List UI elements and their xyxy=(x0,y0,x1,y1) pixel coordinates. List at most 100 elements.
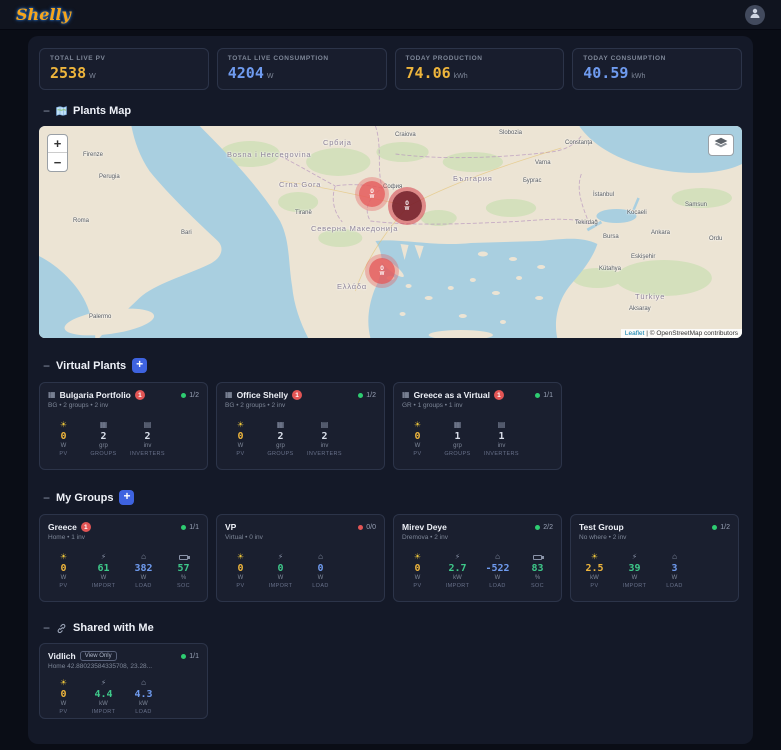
collapse-toggle[interactable]: − xyxy=(43,360,50,372)
group-card-vp[interactable]: VP 0/0 Virtual • 0 inv 0 W PV 0 W IMPORT xyxy=(216,514,385,602)
stat-label: TODAY PRODUCTION xyxy=(405,55,483,62)
metric-unit: W xyxy=(414,575,421,581)
plants-map[interactable]: Firenze Perugia Roma Bari Palermo Craiov… xyxy=(39,126,742,338)
building-icon xyxy=(225,391,233,399)
zoom-in-button[interactable]: + xyxy=(48,135,67,153)
group-card-test-group[interactable]: Test Group 1/2 No where • 2 inv 2.5 kW P… xyxy=(570,514,739,602)
metric-unit: W xyxy=(60,701,67,707)
status-count: 1/1 xyxy=(543,391,553,399)
metric-unit: W xyxy=(494,575,501,581)
metric-value: 2 xyxy=(321,431,328,442)
stat-value: 74.06 xyxy=(405,64,451,82)
home-icon xyxy=(672,552,677,562)
metric-value: 0 xyxy=(414,431,421,442)
status-dot xyxy=(535,524,541,530)
collapse-toggle[interactable]: − xyxy=(43,105,50,117)
status-dot xyxy=(181,392,187,398)
app-logo[interactable]: Shelly xyxy=(16,5,71,24)
metric-soc: 57 % SOC xyxy=(170,552,197,589)
metric-unit: W xyxy=(60,443,67,449)
status-count: 1/2 xyxy=(189,391,199,399)
map-layers-button[interactable] xyxy=(708,134,734,156)
metric-unit: W xyxy=(631,575,638,581)
leaflet-link[interactable]: Leaflet xyxy=(625,330,645,337)
metric-unit: W xyxy=(100,575,107,581)
collapse-toggle[interactable]: − xyxy=(43,622,50,634)
stat-card-total-live-pv: TOTAL LIVE PV 2538 W xyxy=(39,48,209,90)
shared-card-vidlich[interactable]: Vidlich View Only 1/1 Home 42.8802358433… xyxy=(39,643,208,719)
user-avatar[interactable] xyxy=(745,4,765,25)
group-subtitle: No where • 2 inv xyxy=(579,534,627,541)
inverter-icon xyxy=(498,420,506,430)
virtual-plant-card-greece-as-a-virtual[interactable]: Greece as a Virtual 1 1/1 GR • 1 groups … xyxy=(393,382,562,470)
group-card-greece[interactable]: Greece 1 1/1 Home • 1 inv 0 W PV 61 W IM… xyxy=(39,514,208,602)
import-icon xyxy=(278,552,283,562)
main-content: TOTAL LIVE PV 2538 W TOTAL LIVE CONSUMPTI… xyxy=(28,36,753,744)
section-head-my-groups: − My Groups + xyxy=(43,490,738,505)
stat-label: TODAY CONSUMPTION xyxy=(583,55,666,62)
plant-name: Office Shelly xyxy=(236,390,289,400)
group-card-mirev-deye[interactable]: Mirev Deye 2/2 Dremova • 2 inv 0 W PV 2.… xyxy=(393,514,562,602)
status-dot xyxy=(535,392,541,398)
metric-label: GROUPS xyxy=(444,451,471,457)
layers-icon xyxy=(714,136,728,154)
map-marker-cluster[interactable]: 0 W xyxy=(359,181,385,207)
metric-pv: 0 W PV xyxy=(404,552,431,590)
zoom-out-button[interactable]: − xyxy=(48,153,67,171)
shared-row: Vidlich View Only 1/1 Home 42.8802358433… xyxy=(39,643,742,719)
section-head-shared-with-me: − Shared with Me xyxy=(43,622,738,634)
metric-label: SOC xyxy=(176,583,191,589)
metric-load: 3 W LOAD xyxy=(661,552,688,590)
map-marker-cluster[interactable]: 0 W xyxy=(369,258,395,284)
marker-unit: W xyxy=(379,271,385,277)
status-count: 1/1 xyxy=(189,652,199,660)
metric-value: 61 xyxy=(97,563,110,574)
add-virtual-plant-button[interactable]: + xyxy=(132,358,148,373)
metric-unit: inv xyxy=(497,443,506,449)
metric-value: 0 xyxy=(60,689,67,700)
metric-unit: W xyxy=(671,575,678,581)
metric-value: 4.3 xyxy=(134,689,153,700)
virtual-plant-card-office-shelly[interactable]: Office Shelly 1 1/2 BG • 2 groups • 2 in… xyxy=(216,382,385,470)
import-icon xyxy=(101,552,106,562)
battery-icon xyxy=(179,552,190,562)
metric-unit: % xyxy=(534,575,541,581)
group-name: VP xyxy=(225,522,237,532)
collapse-toggle[interactable]: − xyxy=(43,492,50,504)
metrics: 2.5 kW PV 39 W IMPORT 3 W LOAD xyxy=(579,552,730,590)
groups-icon xyxy=(100,420,108,430)
metric-unit: grp xyxy=(276,443,285,449)
alert-badge: 1 xyxy=(292,390,303,400)
marker-unit: W xyxy=(369,194,375,200)
plant-name: Bulgaria Portfolio xyxy=(59,390,131,400)
home-icon xyxy=(141,552,146,562)
virtual-plant-card-bulgaria-portfolio[interactable]: Bulgaria Portfolio 1 1/2 BG • 2 groups •… xyxy=(39,382,208,470)
map-marker-cluster[interactable]: 0 W xyxy=(392,191,422,221)
add-group-button[interactable]: + xyxy=(119,490,135,505)
import-icon xyxy=(455,552,460,562)
sun-icon xyxy=(60,552,67,562)
status-count: 1/1 xyxy=(189,523,199,531)
metric-label: INVERTERS xyxy=(130,451,165,457)
stat-unit: W xyxy=(266,73,274,80)
status-count: 1/2 xyxy=(366,391,376,399)
status-indicator: 1/2 xyxy=(358,392,376,399)
group-name: Test Group xyxy=(579,522,624,532)
battery-icon xyxy=(533,552,544,562)
stat-unit: kWh xyxy=(453,73,468,80)
metric-value: 2 xyxy=(144,431,151,442)
metric-label: LOAD xyxy=(489,583,506,589)
status-count: 1/2 xyxy=(720,523,730,531)
metric-label: GROUPS xyxy=(90,451,117,457)
metric-import: 61 W IMPORT xyxy=(90,552,117,590)
metric-unit: inv xyxy=(320,443,329,449)
stat-value: 4204 xyxy=(227,64,264,82)
metric-unit: inv xyxy=(143,443,152,449)
metrics: 0 W PV 4.4 kW IMPORT 4.3 kW LOAD xyxy=(48,678,199,716)
metric-label: IMPORT xyxy=(268,583,293,589)
home-icon xyxy=(141,678,146,688)
status-indicator: 0/0 xyxy=(358,524,376,531)
status-dot xyxy=(181,524,187,530)
sun-icon xyxy=(591,552,598,562)
metric-value: 4.4 xyxy=(94,689,113,700)
